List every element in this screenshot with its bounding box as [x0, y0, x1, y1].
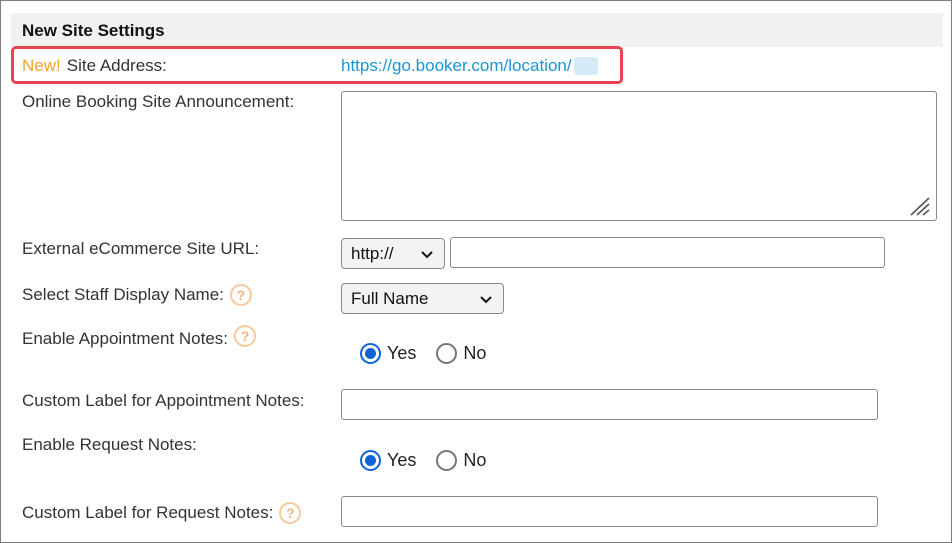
ecommerce-url-input[interactable] [450, 237, 885, 268]
protocol-select-value: http:// [351, 243, 394, 263]
site-address-label-group: New! Site Address: [22, 56, 167, 76]
appointment-notes-no-label: No [463, 343, 487, 363]
chevron-down-icon [480, 296, 492, 304]
announcement-label: Online Booking Site Announcement: [22, 92, 295, 111]
request-notes-no-radio[interactable] [436, 450, 458, 471]
help-icon[interactable]: ? [234, 325, 257, 347]
chevron-down-icon [421, 251, 433, 259]
request-notes-yes-option[interactable]: Yes [360, 450, 416, 471]
request-notes-no-option[interactable]: No [436, 450, 486, 471]
appointment-notes-label-group: Enable Appointment Notes: ? [22, 325, 257, 349]
appointment-notes-no-radio[interactable] [436, 343, 458, 364]
site-address-label: Site Address: [66, 56, 167, 75]
custom-request-label-label-group: Custom Label for Request Notes: ? [22, 502, 302, 524]
staff-display-select[interactable]: Full Name [341, 283, 504, 314]
new-badge: New! [22, 56, 61, 75]
request-notes-no-label: No [463, 450, 487, 470]
ecommerce-label: External eCommerce Site URL: [22, 239, 260, 258]
appointment-notes-yes-option[interactable]: Yes [360, 343, 416, 364]
section-title: New Site Settings [22, 21, 165, 40]
custom-request-label-input[interactable] [341, 496, 878, 527]
custom-appointment-label-input[interactable] [341, 389, 878, 420]
section-header: New Site Settings [11, 13, 943, 47]
site-address-link[interactable]: https://go.booker.com/location/ [341, 56, 598, 76]
site-address-url: https://go.booker.com/location/ [341, 56, 572, 75]
request-notes-label: Enable Request Notes: [22, 435, 197, 454]
staff-display-select-value: Full Name [351, 288, 429, 308]
appointment-notes-label: Enable Appointment Notes: [22, 329, 229, 348]
redacted-location-id [573, 57, 598, 75]
appointment-notes-yes-radio[interactable] [360, 343, 381, 364]
staff-display-label: Select Staff Display Name: [22, 285, 224, 304]
appointment-notes-no-option[interactable]: No [436, 343, 486, 364]
staff-display-label-group: Select Staff Display Name: ? [22, 284, 252, 306]
appointment-notes-radio-group: Yes No [360, 343, 506, 364]
request-notes-yes-radio[interactable] [360, 450, 381, 471]
settings-panel: New Site Settings New! Site Address: htt… [0, 0, 952, 543]
appointment-notes-yes-label: Yes [387, 343, 417, 363]
announcement-textarea[interactable] [341, 91, 937, 221]
custom-appointment-label-label: Custom Label for Appointment Notes: [22, 391, 305, 410]
protocol-select[interactable]: http:// [341, 238, 445, 269]
request-notes-radio-group: Yes No [360, 450, 506, 471]
custom-request-label-label: Custom Label for Request Notes: [22, 503, 274, 522]
request-notes-yes-label: Yes [387, 450, 417, 470]
resize-grip-icon[interactable] [907, 194, 931, 216]
help-icon[interactable]: ? [229, 284, 252, 306]
help-icon[interactable]: ? [279, 502, 302, 524]
